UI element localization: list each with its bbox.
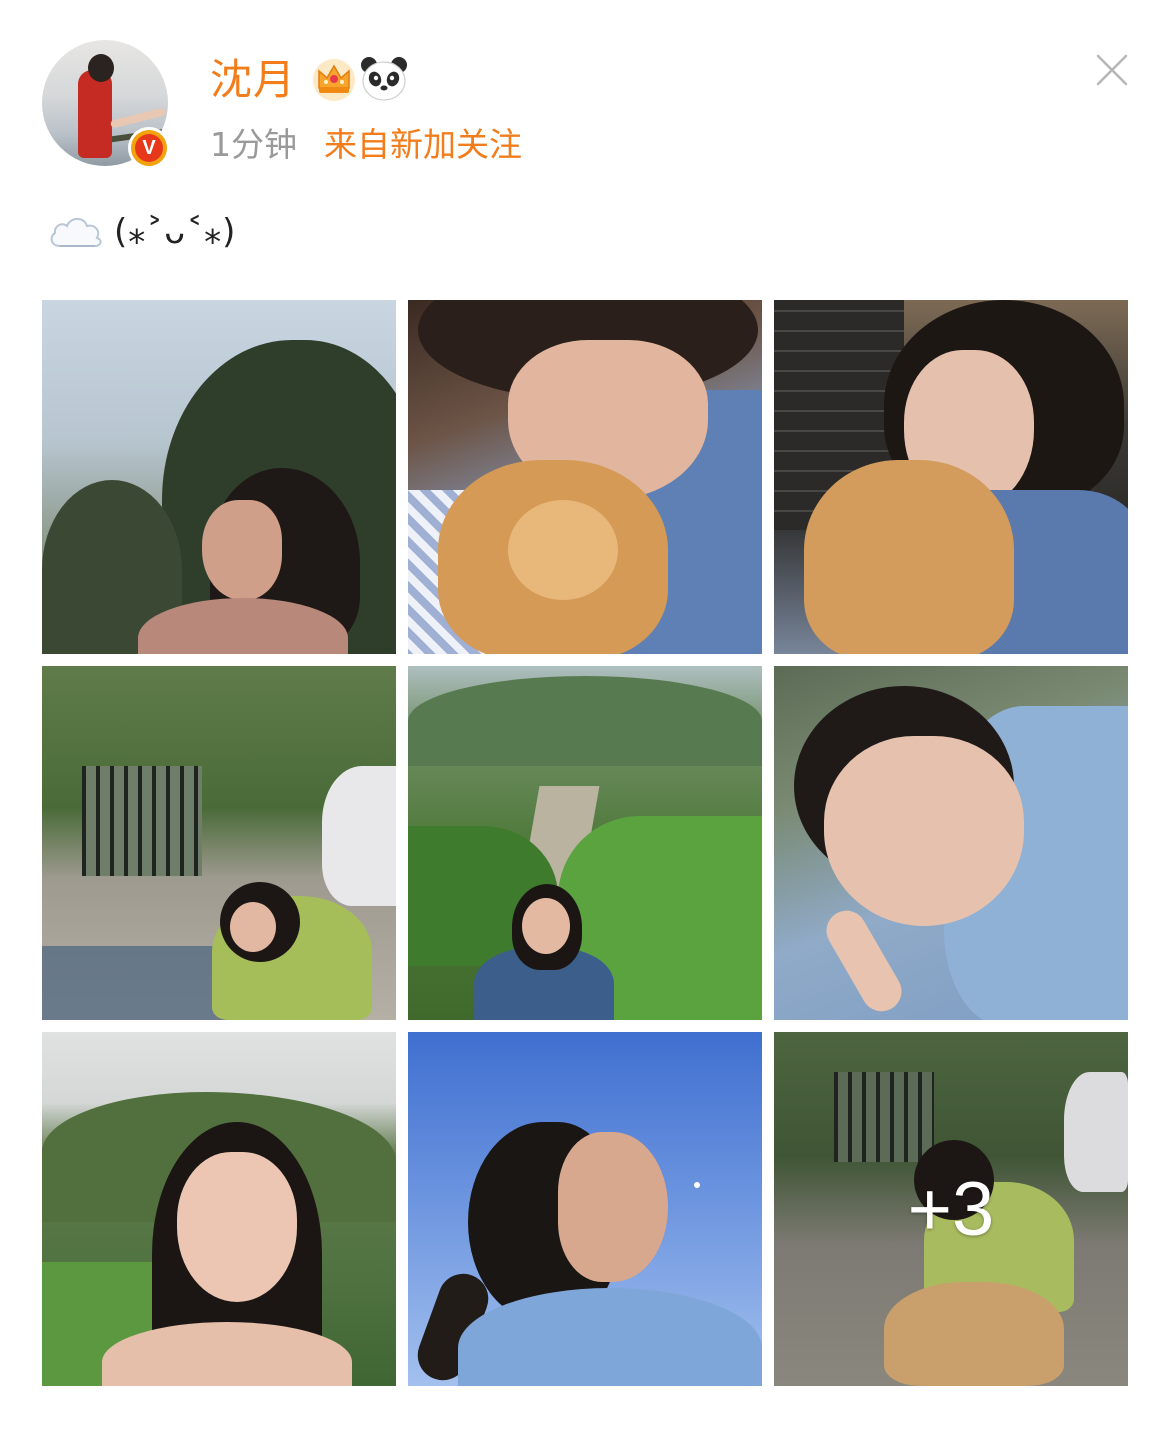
photo-1[interactable] — [42, 300, 396, 654]
cloud-icon — [50, 217, 102, 247]
photo-5[interactable] — [408, 666, 762, 1020]
photo-4[interactable] — [42, 666, 396, 1020]
crown-icon — [313, 59, 355, 101]
verified-badge-icon: V — [128, 127, 170, 169]
avatar-figure — [78, 70, 112, 158]
photo-4-gate — [82, 766, 202, 876]
photo-3-cat — [804, 460, 1014, 654]
photo-4-face — [230, 902, 276, 952]
panda-icon — [361, 57, 407, 101]
more-photos-count[interactable]: +3 — [774, 1032, 1128, 1386]
photo-7[interactable] — [42, 1032, 396, 1386]
photo-5-face — [522, 898, 570, 954]
photo-8-moon — [694, 1182, 700, 1188]
photo-2[interactable] — [408, 300, 762, 654]
photo-1-face — [202, 500, 282, 600]
photo-4-car — [322, 766, 396, 906]
username[interactable]: 沈月 — [210, 54, 296, 106]
close-icon[interactable] — [1090, 48, 1134, 92]
post-body: (⁎˃ᴗ˂⁎) — [46, 202, 236, 262]
post-text: (⁎˃ᴗ˂⁎) — [114, 212, 237, 252]
avatar-head — [88, 54, 114, 82]
photo-7-face — [177, 1152, 297, 1302]
photo-2-cat-face — [508, 500, 618, 600]
post-source[interactable]: 来自新加关注 — [324, 123, 522, 167]
photo-5-hills — [408, 676, 762, 766]
photo-3[interactable] — [774, 300, 1128, 654]
photo-9[interactable]: +3 — [774, 1032, 1128, 1386]
verified-badge-label: V — [135, 134, 163, 162]
photo-6[interactable] — [774, 666, 1128, 1020]
photo-grid: +3 — [42, 300, 1128, 1386]
photo-8-face — [558, 1132, 668, 1282]
photo-8[interactable] — [408, 1032, 762, 1386]
post-time: 1分钟 — [210, 125, 297, 164]
avatar-arm — [109, 107, 167, 129]
photo-6-face — [824, 736, 1024, 926]
